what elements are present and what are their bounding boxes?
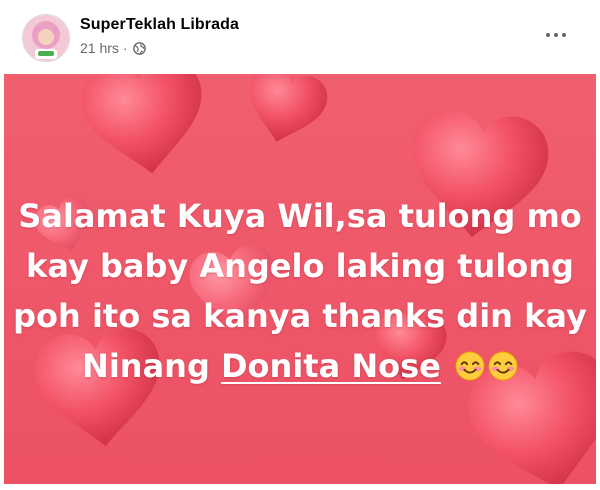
- avatar[interactable]: [22, 14, 70, 62]
- smiling-face-emoji: [455, 345, 485, 395]
- post-card: SuperTeklah Librada 21 hrs · Salamat Kuy…: [0, 0, 600, 490]
- status-background: Salamat Kuya Wil,sa tulong mo kay baby A…: [4, 74, 596, 484]
- status-message: Salamat Kuya Wil,sa tulong mo kay baby A…: [4, 191, 596, 395]
- meta-separator: ·: [122, 40, 128, 56]
- post-header: SuperTeklah Librada 21 hrs ·: [0, 0, 600, 74]
- mention-link[interactable]: Donita Nose: [221, 347, 441, 385]
- more-options-icon[interactable]: [536, 20, 576, 50]
- smiling-face-emoji: [488, 345, 518, 395]
- post-author-name[interactable]: SuperTeklah Librada: [80, 16, 239, 34]
- post-meta: 21 hrs ·: [80, 40, 146, 56]
- globe-icon[interactable]: [132, 41, 146, 55]
- post-timestamp[interactable]: 21 hrs: [80, 40, 119, 56]
